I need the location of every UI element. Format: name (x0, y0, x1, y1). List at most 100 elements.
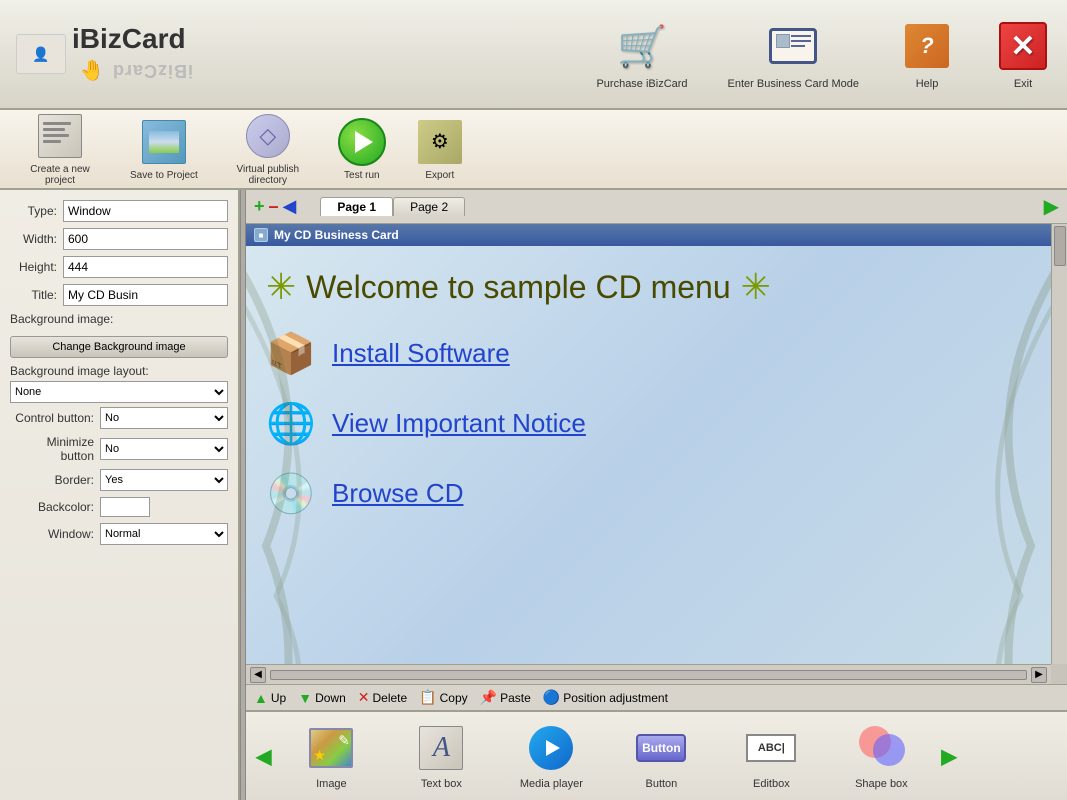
media-player-component-label: Media player (520, 778, 583, 790)
editbox-component-button[interactable]: ABC| Editbox (721, 722, 821, 790)
window-row: Window: Normal Maximize Minimize (10, 523, 228, 545)
bg-image-row: Background image: (10, 312, 228, 330)
save-project-button[interactable]: Save to Project (130, 118, 198, 181)
button-component-button[interactable]: Button Button (611, 722, 711, 790)
change-bg-button[interactable]: Change Background image (10, 336, 228, 358)
copy-icon: 📋 (419, 689, 436, 706)
enter-card-mode-button[interactable]: Enter Business Card Mode (728, 18, 859, 90)
new-project-button[interactable]: Create a new project (20, 112, 100, 186)
new-project-icon (36, 112, 84, 160)
virtual-publish-icon: ◇ (244, 112, 292, 160)
bg-layout-select[interactable]: None Stretch Tile Center (10, 381, 228, 403)
canvas-toolbar: + – ◀ Page 1 Page 2 ▶ (246, 190, 1067, 224)
height-input[interactable] (63, 256, 228, 278)
page-tabs: Page 1 Page 2 (320, 197, 465, 216)
scroll-left-button[interactable]: ◀ (250, 667, 266, 683)
add-element-button[interactable]: + (254, 196, 265, 217)
remove-element-button[interactable]: – (269, 196, 279, 217)
forward-button[interactable]: ▶ (1044, 194, 1059, 219)
starburst-right: ✳ (741, 266, 771, 308)
purchase-button[interactable]: 🛒 Purchase iBizCard (596, 18, 687, 90)
position-button[interactable]: 🔵 Position adjustment (543, 689, 668, 706)
hand-icon: 🤚 (72, 55, 112, 85)
width-label: Width: (10, 232, 63, 246)
copy-button[interactable]: 📋 Copy (419, 689, 467, 706)
logo-icon: 👤 (16, 34, 66, 74)
control-btn-select[interactable]: No Yes (100, 407, 228, 429)
title-label: Title: (10, 288, 63, 302)
type-input[interactable] (63, 200, 228, 222)
scrollbar-h-track[interactable] (270, 670, 1027, 680)
shapebox-component-button[interactable]: Shape box (831, 722, 931, 790)
top-bar: 👤 iBizCard 🤚 iBizCard 🛒 Purchase iBizCar… (0, 0, 1067, 110)
up-label: Up (271, 691, 286, 705)
canvas-scrollbar-h[interactable]: ◀ ▶ (246, 664, 1051, 684)
border-row: Border: Yes No (10, 469, 228, 491)
window-label: Window: (10, 527, 100, 541)
menu-item-notice[interactable]: 🌐 View Important Notice (266, 398, 1031, 448)
down-button[interactable]: ▼ Down (298, 690, 346, 706)
height-label: Height: (10, 260, 63, 274)
shapebox-component-label: Shape box (855, 778, 908, 790)
type-label: Type: (10, 204, 63, 218)
exit-button[interactable]: ✕ Exit (995, 18, 1051, 90)
test-run-button[interactable]: Test run (338, 118, 386, 181)
virtual-publish-button[interactable]: ◇ Virtual publish directory (228, 112, 308, 186)
cd-window-title-bar: ■ My CD Business Card (246, 224, 1051, 246)
minimize-btn-label: Minimize button (10, 435, 100, 463)
shapebox-component-icon (855, 722, 907, 774)
canvas-scrollbar-v[interactable] (1051, 224, 1067, 664)
media-player-component-icon (525, 722, 577, 774)
top-toolbar: 🛒 Purchase iBizCard Enter Business Card … (596, 18, 1051, 90)
border-select[interactable]: Yes No (100, 469, 228, 491)
window-select[interactable]: Normal Maximize Minimize (100, 523, 228, 545)
minimize-btn-select[interactable]: No Yes (100, 438, 228, 460)
menu-item-install[interactable]: 📦 Install Software (266, 328, 1031, 378)
type-row: Type: (10, 200, 228, 222)
paste-button[interactable]: 📌 Paste (480, 689, 531, 706)
scrollbar-v-thumb[interactable] (1054, 226, 1066, 266)
back-button[interactable]: ◀ (283, 196, 297, 217)
notice-link[interactable]: View Important Notice (332, 408, 586, 439)
second-toolbar: Create a new project Save to Project ◇ V… (0, 110, 1067, 190)
up-button[interactable]: ▲ Up (254, 690, 286, 706)
menu-item-browse[interactable]: 💿 Browse CD (266, 468, 1031, 518)
install-link[interactable]: Install Software (332, 338, 510, 369)
delete-button[interactable]: ✕ Delete (358, 689, 407, 706)
logo-area: 👤 iBizCard 🤚 iBizCard (16, 23, 193, 85)
image-component-button[interactable]: ★ ✏ Image (281, 722, 381, 790)
page-tab-1[interactable]: Page 1 (320, 197, 393, 216)
cd-window-title-text: My CD Business Card (274, 228, 399, 242)
backcolor-swatch[interactable] (100, 497, 150, 517)
save-project-label: Save to Project (130, 170, 198, 181)
save-project-icon (140, 118, 188, 166)
backcolor-label: Backcolor: (10, 500, 100, 514)
browse-link[interactable]: Browse CD (332, 478, 463, 509)
export-label: Export (425, 170, 454, 181)
deco-left (246, 246, 366, 664)
export-button[interactable]: ⚙ Export (416, 118, 464, 181)
width-row: Width: (10, 228, 228, 250)
control-btn-row: Control button: No Yes (10, 407, 228, 429)
page-tab-2[interactable]: Page 2 (393, 197, 465, 216)
down-label: Down (315, 691, 346, 705)
comp-next-button[interactable]: ▶ (941, 744, 956, 769)
paste-icon: 📌 (480, 689, 497, 706)
media-player-component-button[interactable]: Media player (501, 722, 601, 790)
title-input[interactable] (63, 284, 228, 306)
delete-label: Delete (372, 691, 407, 705)
width-input[interactable] (63, 228, 228, 250)
editbox-component-label: Editbox (753, 778, 790, 790)
textbox-component-button[interactable]: A Text box (391, 722, 491, 790)
help-button[interactable]: ? Help (899, 18, 955, 90)
cd-window: ■ My CD Business Card (246, 224, 1051, 664)
comp-prev-button[interactable]: ◀ (256, 744, 271, 769)
logo-mirror: iBizCard (112, 60, 193, 81)
up-icon: ▲ (254, 690, 268, 706)
test-run-icon (338, 118, 386, 166)
copy-label: Copy (440, 691, 468, 705)
cd-window-icon: ■ (254, 228, 268, 242)
border-label: Border: (10, 473, 100, 487)
scroll-right-button[interactable]: ▶ (1031, 667, 1047, 683)
bg-layout-label: Background image layout: (10, 364, 149, 378)
